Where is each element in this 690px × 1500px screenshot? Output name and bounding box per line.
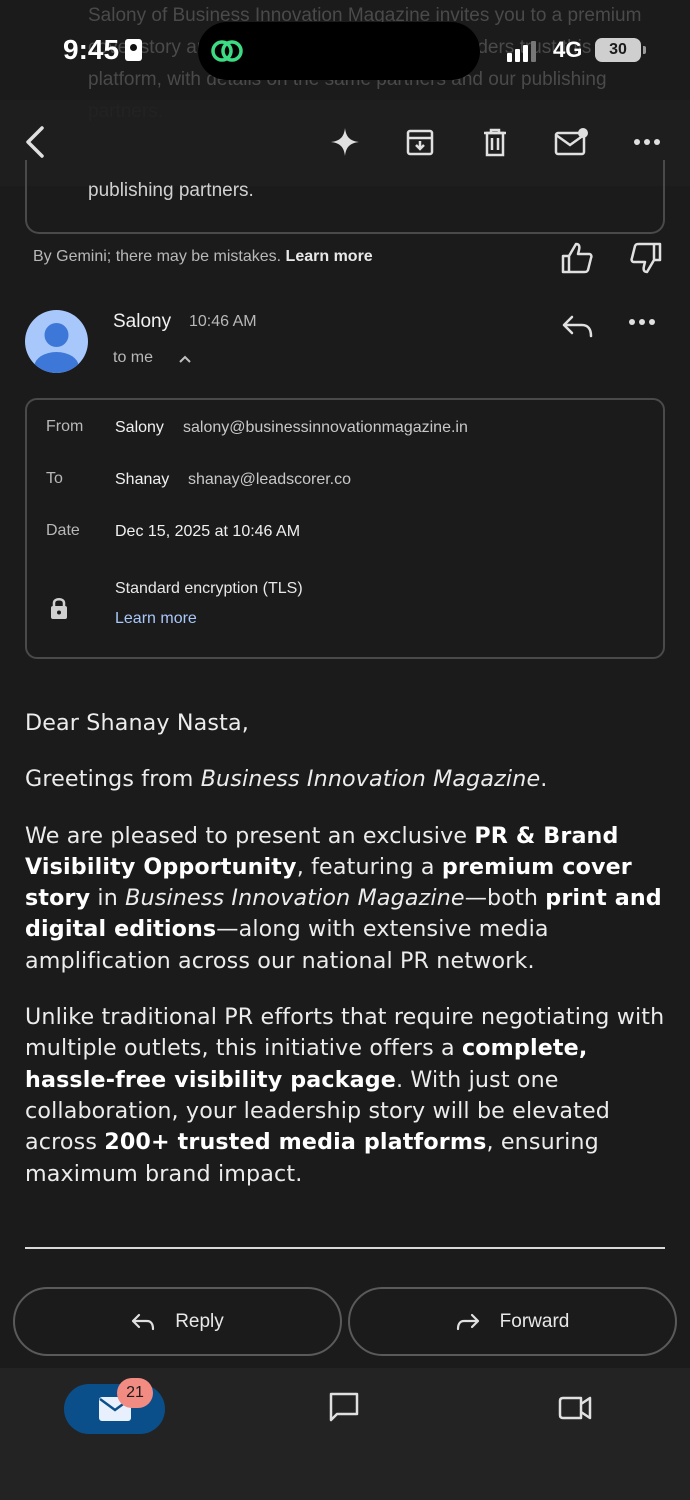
gemini-learn-more-link[interactable]: Learn more — [286, 248, 373, 265]
more-options-button[interactable] — [625, 120, 669, 164]
summary-text: publishing partners. — [88, 180, 254, 201]
reply-icon[interactable] — [560, 311, 594, 341]
gemini-button[interactable] — [323, 120, 367, 164]
thumbs-down-icon[interactable] — [628, 240, 664, 276]
gemini-disclaimer: By Gemini; there may be mistakes. Learn … — [33, 248, 373, 265]
forward-button[interactable]: Forward — [348, 1287, 677, 1356]
body-paragraph-2: We are pleased to present an exclusive P… — [25, 822, 662, 974]
sender-name[interactable]: Salony — [113, 311, 171, 333]
archive-button[interactable] — [398, 120, 442, 164]
battery-indicator: 30 — [595, 38, 646, 62]
dynamic-island — [198, 22, 480, 80]
sparkle-icon — [331, 128, 359, 156]
forward-label: Forward — [499, 1310, 570, 1332]
body-paragraph-1: Greetings from Business Innovation Magaz… — [25, 766, 548, 793]
sent-time: 10:46 AM — [189, 313, 257, 330]
person-icon — [34, 323, 79, 373]
status-bar: 9:45 4G 30 — [0, 0, 690, 100]
encryption-status: Standard encryption (TLS) — [115, 580, 303, 597]
chat-icon[interactable] — [327, 1390, 361, 1424]
greeting: Dear Shanay Nasta, — [25, 710, 249, 736]
from-label: From — [46, 418, 84, 435]
message-body: Dear Shanay Nasta, Greetings from Busine… — [25, 708, 670, 1215]
network-type: 4G — [553, 37, 583, 62]
mail-unread-icon — [554, 128, 588, 156]
date-label: Date — [46, 522, 80, 539]
to-label: To — [46, 470, 63, 487]
more-horizontal-icon — [634, 139, 660, 145]
thumbs-up-icon[interactable] — [559, 240, 595, 276]
reply-label: Reply — [175, 1310, 224, 1332]
to-email[interactable]: shanay@leadscorer.co — [188, 471, 351, 489]
video-camera-icon[interactable] — [557, 1390, 593, 1424]
trash-icon — [484, 128, 506, 157]
linked-circles-icon — [211, 40, 243, 62]
cellular-signal-icon — [507, 40, 536, 62]
avatar[interactable] — [25, 310, 88, 373]
from-name: Salony — [115, 419, 164, 436]
unread-count-badge: 21 — [117, 1378, 153, 1408]
message-more-icon[interactable] — [628, 318, 656, 326]
from-email[interactable]: salony@businessinnovationmagazine.in — [183, 419, 468, 437]
back-button[interactable] — [13, 120, 57, 164]
contact-card-icon — [125, 39, 143, 61]
reply-arrow-icon — [132, 1313, 155, 1330]
lock-icon — [51, 598, 67, 619]
forward-arrow-icon — [456, 1313, 479, 1330]
delete-button[interactable] — [473, 120, 517, 164]
reply-button[interactable]: Reply — [13, 1287, 342, 1356]
bottom-navigation: 21 — [0, 1368, 690, 1500]
encryption-learn-more-link[interactable]: Learn more — [115, 610, 197, 628]
status-time: 9:45 — [63, 34, 143, 66]
body-paragraph-3: Unlike traditional PR efforts that requi… — [25, 1004, 665, 1187]
mark-unread-button[interactable] — [549, 120, 593, 164]
body-divider — [25, 1247, 665, 1249]
date-value: Dec 15, 2025 at 10:46 AM — [115, 523, 301, 540]
chevron-up-icon[interactable] — [178, 349, 192, 369]
recipient-summary[interactable]: to me — [113, 349, 153, 367]
back-arrow-icon — [26, 126, 44, 158]
archive-icon — [406, 129, 434, 156]
to-name: Shanay — [115, 471, 170, 488]
message-details-panel: From Salony salony@businessinnovationmag… — [25, 398, 665, 659]
